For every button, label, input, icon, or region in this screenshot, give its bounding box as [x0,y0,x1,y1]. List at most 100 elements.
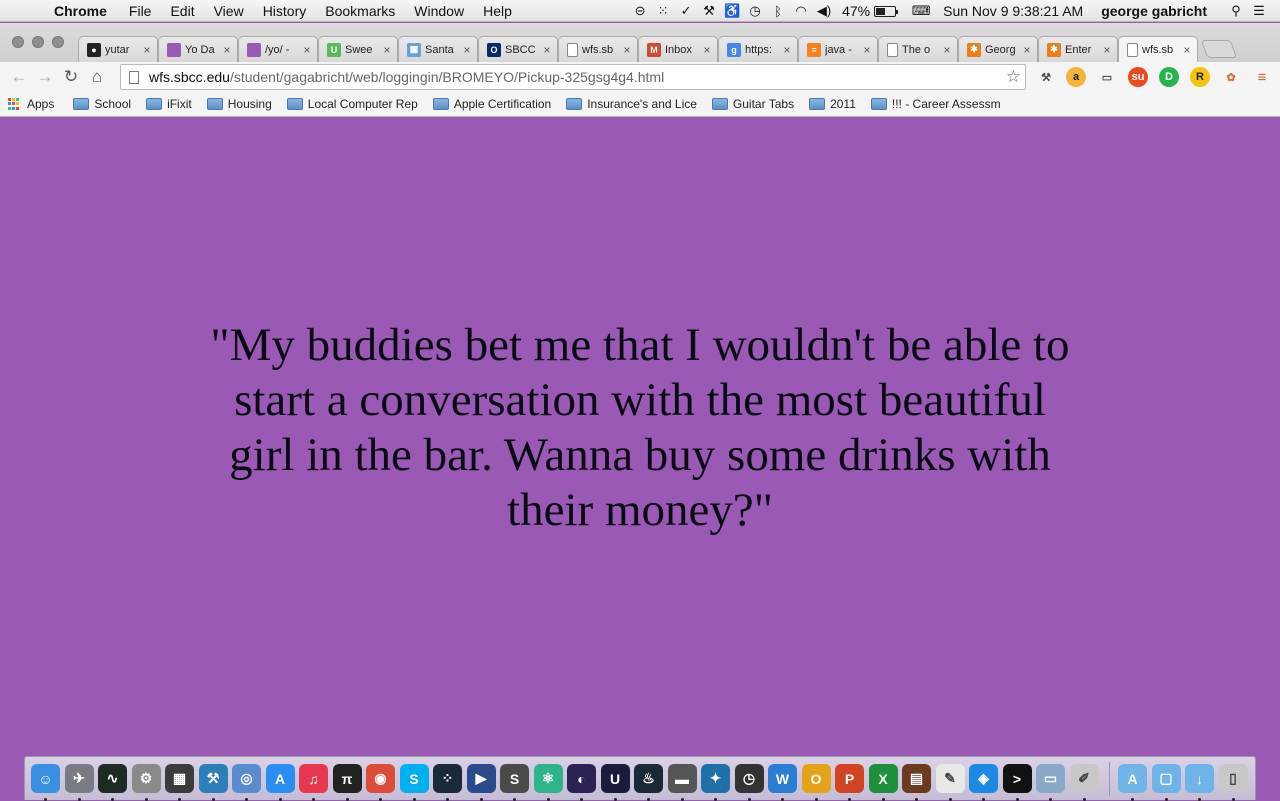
word-icon[interactable]: W [768,764,797,801]
bookmark-folder[interactable]: Guitar Tabs [711,97,794,111]
fitbit-icon[interactable]: ⁘ [433,764,462,801]
trash-icon[interactable]: ▯ [1218,764,1248,801]
bookmark-folder[interactable]: Apple Certification [432,97,551,111]
reload-icon[interactable]: ↻ [58,67,84,87]
clock-icon[interactable]: ◷ [734,764,764,801]
bookmark-star-icon[interactable]: ☆ [1006,67,1021,87]
menu-file[interactable]: File [129,3,152,19]
new-tab-button[interactable] [1200,40,1238,58]
book-icon[interactable]: ▤ [902,764,931,801]
tab-close-icon[interactable]: × [541,43,553,57]
tab-close-icon[interactable]: × [381,43,393,57]
wifi-icon[interactable]: ◠ [790,3,812,19]
bookmark-folder[interactable]: Insurance's and Lice [566,97,697,111]
norton-check-icon[interactable]: ✓ [675,3,697,19]
fork-icon[interactable]: ⚒ [698,3,720,19]
time-machine-icon[interactable]: ◷ [744,3,766,19]
downloads-folder-icon[interactable]: ↓ [1185,764,1214,801]
bookmark-folder[interactable]: School [73,97,131,111]
bookmark-folder[interactable]: 2011 [809,97,856,111]
dots-grid-icon[interactable]: ⁙ [652,3,674,19]
bookmark-folder[interactable]: Housing [206,97,272,111]
menu-history[interactable]: History [263,3,307,19]
ibotta-icon[interactable]: D [1159,67,1179,87]
browser-tab[interactable]: ✱ Enter × [1038,36,1118,62]
tab-close-icon[interactable]: × [781,43,793,57]
browser-tab[interactable]: O SBCC × [478,36,558,62]
disk-icon[interactable]: ▬ [667,764,697,801]
menu-help[interactable]: Help [483,3,512,19]
menu-bookmarks[interactable]: Bookmarks [325,3,395,19]
preview-icon[interactable]: ▭ [1036,764,1065,801]
app-store-icon[interactable]: A [265,764,295,801]
window-zoom-button[interactable] [52,36,64,48]
tab-close-icon[interactable]: × [1181,43,1193,57]
bluetooth-icon[interactable]: ᛒ [767,4,789,19]
browser-tab[interactable]: /yo/ - × [238,36,318,62]
accessibility-icon[interactable]: ♿ [721,3,743,19]
home-icon[interactable]: ⌂ [84,67,110,87]
tab-close-icon[interactable]: × [621,43,633,57]
tab-close-icon[interactable]: × [861,43,873,57]
eclipse-icon[interactable]: ◐ [567,764,596,801]
back-arrow-icon[interactable]: ← [6,67,32,87]
quicktime-icon[interactable]: ▶ [466,764,496,801]
stumbleupon-icon[interactable]: su [1128,67,1148,87]
amazon-extension-icon[interactable]: a [1066,67,1086,87]
network-utility-icon[interactable]: ◎ [232,764,261,801]
xcode-icon[interactable]: ⚒ [198,764,228,801]
tab-close-icon[interactable]: × [1101,43,1113,57]
spotlight-search-icon[interactable]: ⚲ [1225,3,1247,19]
user-name[interactable]: george gabricht [1101,3,1207,19]
battery-icon[interactable] [874,5,899,17]
address-bar[interactable]: wfs.sbcc.edu/student/gagabricht/web/logg… [120,64,1026,90]
menu-view[interactable]: View [214,3,244,19]
menu-edit[interactable]: Edit [170,3,194,19]
cast-icon[interactable]: ▭ [1097,67,1117,87]
safari-icon[interactable]: ◈ [969,764,998,801]
finder-icon[interactable]: ☺ [31,764,60,801]
tools-extension-icon[interactable]: ⚒ [1036,67,1056,87]
bookmark-folder[interactable]: !!! - Career Assessm [870,97,1001,111]
documents-folder-icon[interactable]: ▢ [1151,764,1181,801]
window-minimize-button[interactable] [32,36,44,48]
browser-tab[interactable]: U Swee × [318,36,398,62]
unreal-icon[interactable]: U [600,764,630,801]
chrome-menu-icon[interactable]: ≡ [1252,67,1272,87]
tab-close-icon[interactable]: × [301,43,313,57]
keyboard-icon[interactable]: ⌨ [910,3,932,19]
atom-icon[interactable]: ⚛ [533,764,563,801]
browser-tab[interactable]: ● yutar × [78,36,158,62]
window-close-button[interactable] [12,36,24,48]
itunes-icon[interactable]: ♫ [299,764,328,801]
script-editor-icon[interactable]: ✐ [1069,764,1099,801]
volume-icon[interactable]: ◀) [813,3,835,19]
steam-icon[interactable]: ♨ [634,764,663,801]
clock[interactable]: Sun Nov 9 9:38:21 AM [943,3,1083,19]
browser-tab[interactable]: ✱ Georg × [958,36,1038,62]
notification-center-icon[interactable]: ☰ [1248,3,1270,19]
browser-tab[interactable]: wfs.sb × [1118,36,1198,62]
tab-close-icon[interactable]: × [1021,43,1033,57]
browser-tab[interactable]: The o × [878,36,958,62]
powerpoint-icon[interactable]: P [835,764,864,801]
xcode-instruments-icon[interactable]: ✦ [701,764,730,801]
applications-folder-icon[interactable]: A [1118,764,1147,801]
pi-icon[interactable]: π [332,764,362,801]
no-entry-icon[interactable]: ⊝ [629,3,651,19]
browser-tab[interactable]: Yo Da × [158,36,238,62]
tab-close-icon[interactable]: × [461,43,473,57]
menu-window[interactable]: Window [414,3,464,19]
browser-tab[interactable]: wfs.sb × [558,36,638,62]
browser-tab[interactable]: g https: × [718,36,798,62]
launchpad-icon[interactable]: ✈ [64,764,94,801]
tab-close-icon[interactable]: × [941,43,953,57]
app-menu[interactable]: Chrome [54,3,107,19]
browser-tab[interactable]: ▦ Santa × [398,36,478,62]
sublime-text-icon[interactable]: S [500,764,529,801]
photo-booth-icon[interactable]: ▦ [165,764,194,801]
textedit-icon[interactable]: ✎ [935,764,965,801]
tab-close-icon[interactable]: × [141,43,153,57]
r-extension-icon[interactable]: R [1190,67,1210,87]
outlook-icon[interactable]: O [801,764,831,801]
